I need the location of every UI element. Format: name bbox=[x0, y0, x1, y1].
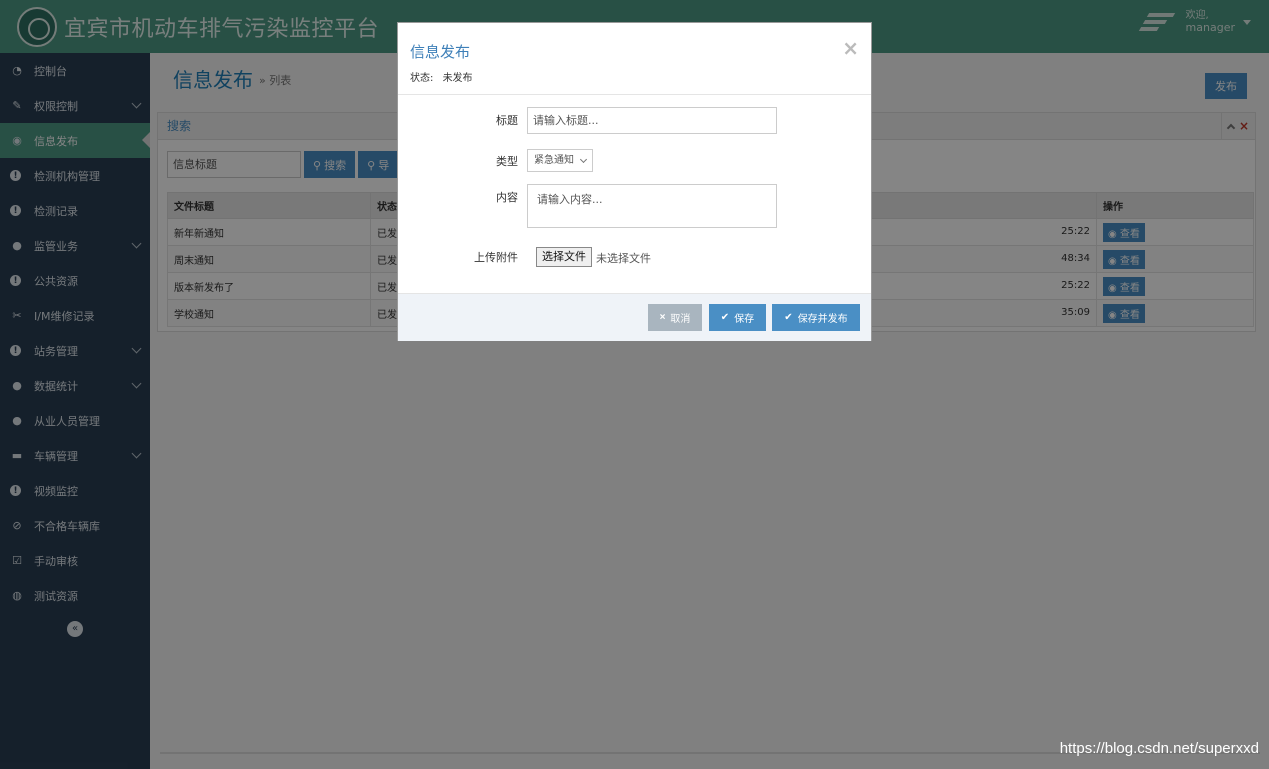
publish-dialog: 信息发布 状态: 未发布 × 标题 请输入标题... 类型 紧急通知 内容 请输… bbox=[397, 22, 872, 341]
file-status: 未选择文件 bbox=[596, 252, 651, 265]
title-label: 标题 bbox=[496, 114, 518, 127]
save-publish-button[interactable]: ✔ 保存并发布 bbox=[772, 304, 860, 331]
dialog-status: 状态: 未发布 bbox=[410, 73, 473, 84]
cancel-button[interactable]: × 取消 bbox=[648, 304, 702, 331]
title-input[interactable]: 请输入标题... bbox=[527, 107, 777, 134]
close-icon[interactable]: × bbox=[842, 36, 859, 60]
check-icon: ✔ bbox=[720, 312, 730, 323]
choose-file-button[interactable]: 选择文件 bbox=[536, 247, 592, 267]
watermark: https://blog.csdn.net/superxxd bbox=[1059, 740, 1259, 757]
dialog-title: 信息发布 bbox=[410, 43, 471, 61]
type-label: 类型 bbox=[496, 155, 518, 168]
check-icon: ✔ bbox=[784, 312, 793, 323]
save-button[interactable]: ✔ 保存 bbox=[709, 304, 766, 331]
content-label: 内容 bbox=[496, 191, 518, 204]
attachment-label: 上传附件 bbox=[474, 251, 518, 264]
type-select[interactable]: 紧急通知 bbox=[527, 149, 593, 172]
dialog-footer: × 取消 ✔ 保存 ✔ 保存并发布 bbox=[398, 293, 871, 341]
close-icon: × bbox=[659, 312, 666, 323]
content-textarea[interactable]: 请输入内容... bbox=[527, 184, 777, 228]
